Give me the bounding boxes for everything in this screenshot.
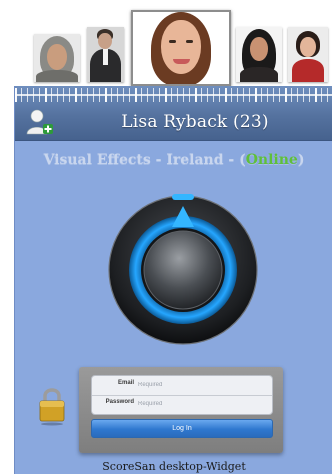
avatar-2[interactable]: [87, 27, 124, 82]
login-fields: Email Password: [91, 375, 273, 415]
subtitle-suffix: ): [297, 152, 305, 168]
password-field[interactable]: [138, 398, 264, 410]
login-form: Email Password Log In: [79, 367, 283, 453]
avatar-4[interactable]: [236, 27, 282, 82]
avatar-3[interactable]: [131, 10, 231, 86]
padlock-icon: [39, 386, 65, 426]
widget-header: Lisa Ryback (23): [15, 86, 332, 141]
avatar-1[interactable]: [34, 34, 80, 82]
avatar-5[interactable]: [288, 27, 328, 82]
volume-knob-icon[interactable]: [105, 190, 261, 346]
avatar-strip: [0, 0, 332, 90]
email-label: Email: [117, 380, 134, 386]
add-user-icon[interactable]: [25, 108, 55, 136]
widget-footer: ScoreSan desktop-Widget: [102, 460, 246, 473]
profile-title: Lisa Ryback (23): [121, 112, 269, 132]
email-row: Email: [92, 376, 272, 396]
login-button[interactable]: Log In: [91, 419, 273, 438]
profile-subtitle: Visual Effects - Ireland - (Online): [15, 152, 332, 168]
widget-panel: Lisa Ryback (23) Visual Effects - Irelan…: [14, 86, 332, 474]
online-status: Online: [245, 152, 298, 168]
password-row: Password: [92, 395, 272, 414]
subtitle-prefix: Visual Effects - Ireland - (: [43, 152, 246, 168]
ruler-bar: [15, 94, 332, 96]
email-field[interactable]: [138, 379, 264, 391]
password-label: Password: [105, 399, 134, 405]
